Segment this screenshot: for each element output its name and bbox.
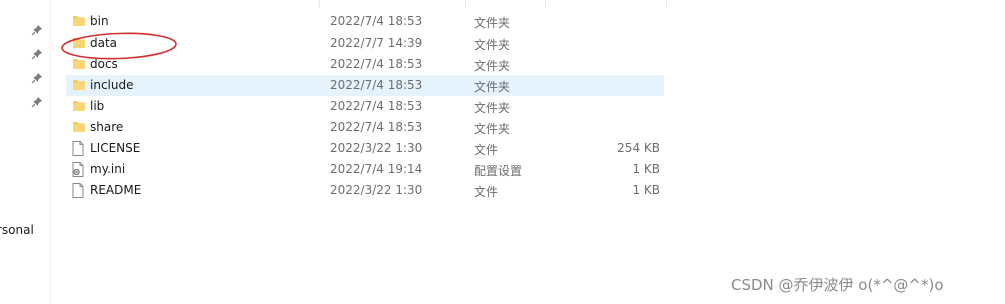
file-type: 文件夹 <box>474 101 511 115</box>
file-date: 2022/7/4 18:53 <box>330 57 423 71</box>
file-date: 2022/7/4 18:53 <box>330 120 423 134</box>
navigation-pane: rsonal <box>0 0 51 304</box>
file-row[interactable]: share 2022/7/4 18:53 文件夹 <box>66 117 664 138</box>
pin-icon[interactable] <box>31 72 45 86</box>
folder-icon <box>72 99 86 114</box>
file-icon <box>72 183 86 198</box>
settings-file-icon <box>72 162 86 177</box>
file-date: 2022/7/4 18:53 <box>330 78 423 92</box>
file-date: 2022/7/4 19:14 <box>330 162 423 176</box>
file-date: 2022/7/4 18:53 <box>330 14 423 28</box>
column-separator[interactable] <box>545 0 546 8</box>
file-type: 文件夹 <box>474 122 511 136</box>
column-separator[interactable] <box>465 0 466 8</box>
file-row[interactable]: LICENSE 2022/3/22 1:30 文件 254 KB <box>66 138 664 159</box>
file-type: 文件夹 <box>474 38 511 52</box>
file-name: lib <box>90 99 105 113</box>
file-type: 文件夹 <box>474 80 511 94</box>
file-name: share <box>90 120 124 134</box>
folder-icon <box>72 78 86 93</box>
file-row[interactable]: bin 2022/7/4 18:53 文件夹 <box>66 11 664 32</box>
watermark: CSDN @乔伊波伊 o(*^@^*)o <box>731 276 944 294</box>
file-date: 2022/3/22 1:30 <box>330 183 423 197</box>
file-name: include <box>90 78 134 92</box>
file-row[interactable]: README 2022/3/22 1:30 文件 1 KB <box>66 180 664 201</box>
file-size: 1 KB <box>632 162 660 176</box>
file-name: README <box>90 183 142 197</box>
file-date: 2022/7/7 14:39 <box>330 36 423 50</box>
column-separator[interactable] <box>666 0 667 8</box>
file-date: 2022/7/4 18:53 <box>330 99 423 113</box>
file-type: 文件夹 <box>474 59 511 73</box>
file-size: 1 KB <box>632 183 660 197</box>
file-type: 配置设置 <box>474 164 523 178</box>
annotation-circle <box>61 32 177 60</box>
file-name: bin <box>90 14 109 28</box>
nav-item-label[interactable]: rsonal <box>0 223 34 237</box>
file-type: 文件 <box>474 185 499 199</box>
file-row[interactable]: my.ini 2022/7/4 19:14 配置设置 1 KB <box>66 159 664 180</box>
file-row[interactable]: lib 2022/7/4 18:53 文件夹 <box>66 96 664 117</box>
file-row-selected[interactable]: include 2022/7/4 18:53 文件夹 <box>66 75 664 96</box>
file-type: 文件夹 <box>474 16 511 30</box>
folder-icon <box>72 14 86 29</box>
pin-icon[interactable] <box>31 24 45 38</box>
folder-icon <box>72 120 86 135</box>
column-separator[interactable] <box>319 0 320 8</box>
pin-icon[interactable] <box>31 96 45 110</box>
file-size: 254 KB <box>617 141 660 155</box>
file-name: LICENSE <box>90 141 141 155</box>
file-type: 文件 <box>474 143 499 157</box>
file-icon <box>72 141 86 156</box>
pin-icon[interactable] <box>31 48 45 62</box>
file-name: my.ini <box>90 162 126 176</box>
file-date: 2022/3/22 1:30 <box>330 141 423 155</box>
